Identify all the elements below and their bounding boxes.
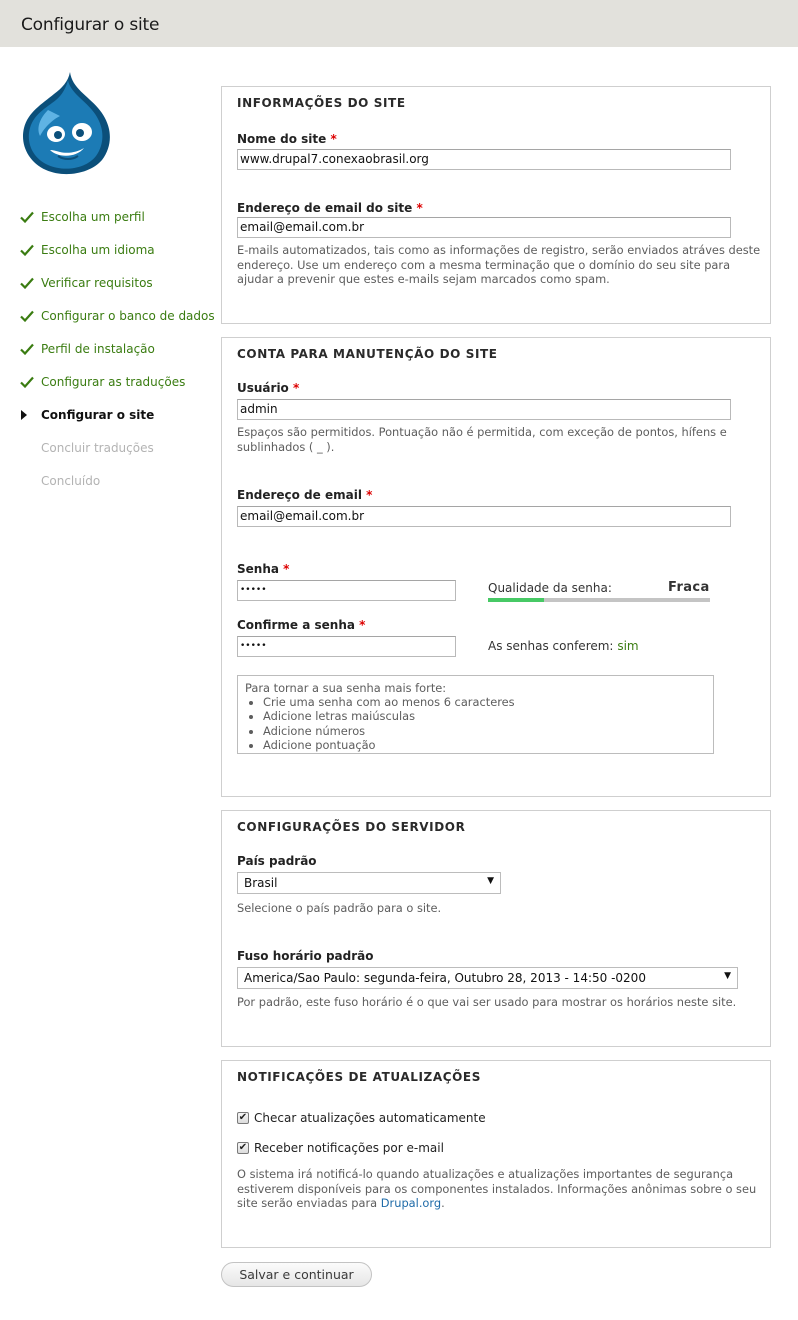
password-tips-list: Crie uma senha com ao menos 6 caracteres…	[263, 695, 706, 752]
confirm-password-input[interactable]: •••••	[237, 636, 456, 657]
drupal-drop-icon	[18, 70, 114, 178]
required-mark: *	[293, 381, 300, 395]
install-step-label: Perfil de instalação	[41, 342, 155, 356]
site-name-label: Nome do site *	[237, 132, 337, 146]
dropdown-arrow-icon: ▼	[724, 971, 731, 981]
email-notify-checkbox[interactable]: ✔ Receber notificações por e-mail	[237, 1141, 444, 1155]
site-name-input[interactable]: www.drupal7.conexaobrasil.org	[237, 149, 731, 170]
password-strength-bar	[488, 598, 710, 602]
timezone-select[interactable]: America/Sao Paulo: segunda-feira, Outubr…	[237, 967, 738, 989]
save-continue-button[interactable]: Salvar e continuar	[221, 1262, 372, 1287]
timezone-selected-value: America/Sao Paulo: segunda-feira, Outubr…	[244, 971, 646, 985]
password-label: Senha *	[237, 562, 290, 576]
account-email-label: Endereço de email *	[237, 488, 373, 502]
username-description: Espaços são permitidos. Pontuação não é …	[237, 425, 727, 454]
install-step: Escolha um idioma	[20, 240, 155, 260]
username-input[interactable]: admin	[237, 399, 731, 420]
install-step-label: Configurar o banco de dados	[41, 309, 215, 323]
password-tip-item: Adicione pontuação	[263, 738, 706, 752]
checkmark-icon	[20, 310, 41, 322]
checkmark-icon	[20, 244, 41, 256]
confirm-password-label: Confirme a senha *	[237, 618, 366, 632]
required-mark: *	[330, 132, 337, 146]
page-header: Configurar o site	[0, 0, 798, 47]
install-step: Escolha um perfil	[20, 207, 145, 227]
country-description: Selecione o país padrão para o site.	[237, 901, 442, 915]
site-email-input[interactable]: email@email.com.br	[237, 217, 731, 238]
password-match-status: As senhas conferem: sim	[488, 639, 639, 653]
password-strength-fill	[488, 598, 544, 602]
checkbox-check-icon: ✔	[237, 1112, 249, 1124]
site-email-label: Endereço de email do site *	[237, 201, 423, 215]
install-step-label: Escolha um idioma	[41, 243, 155, 257]
username-label: Usuário *	[237, 381, 300, 395]
checkmark-icon	[20, 277, 41, 289]
password-tips-title: Para tornar a sua senha mais forte:	[245, 681, 447, 695]
install-step: Concluir traduções	[20, 438, 154, 458]
install-step-label: Configurar as traduções	[41, 375, 186, 389]
checkmark-icon	[20, 211, 41, 223]
password-tip-item: Adicione números	[263, 724, 706, 738]
required-mark: *	[416, 201, 423, 215]
install-step: Configurar o banco de dados	[20, 306, 215, 326]
site-info-legend: INFORMAÇÕES DO SITE	[237, 96, 406, 110]
site-info-fieldset: INFORMAÇÕES DO SITE Nome do site * www.d…	[221, 86, 771, 324]
dropdown-arrow-icon: ▼	[487, 876, 494, 886]
updates-legend: NOTIFICAÇÕES DE ATUALIZAÇÕES	[237, 1070, 481, 1084]
install-step-label: Verificar requisitos	[41, 276, 153, 290]
account-email-input[interactable]: email@email.com.br	[237, 506, 731, 527]
server-fieldset: CONFIGURAÇÕES DO SERVIDOR País padrão Br…	[221, 810, 771, 1047]
install-step-label: Configurar o site	[41, 408, 155, 422]
password-strength-text: Fraca	[668, 580, 710, 595]
country-label: País padrão	[237, 854, 317, 868]
account-fieldset: CONTA PARA MANUTENÇÃO DO SITE Usuário * …	[221, 337, 771, 797]
updates-fieldset: NOTIFICAÇÕES DE ATUALIZAÇÕES ✔ Checar atu…	[221, 1060, 771, 1248]
country-selected-value: Brasil	[244, 876, 278, 890]
check-updates-label: Checar atualizações automaticamente	[254, 1111, 486, 1125]
site-email-description: E-mails automatizados, tais como as info…	[237, 243, 761, 286]
required-mark: *	[283, 562, 290, 576]
password-tips: Para tornar a sua senha mais forte: Crie…	[237, 675, 714, 754]
country-select[interactable]: Brasil ▼	[237, 872, 501, 894]
drupal-org-link[interactable]: Drupal.org	[381, 1196, 441, 1210]
password-tip-item: Crie uma senha com ao menos 6 caracteres	[263, 695, 706, 709]
checkmark-icon	[20, 343, 41, 355]
install-step: Concluído	[20, 471, 100, 491]
email-notify-label: Receber notificações por e-mail	[254, 1141, 444, 1155]
password-strength-title: Qualidade da senha:	[488, 581, 612, 595]
check-updates-checkbox[interactable]: ✔ Checar atualizações automaticamente	[237, 1111, 486, 1125]
account-legend: CONTA PARA MANUTENÇÃO DO SITE	[237, 347, 498, 361]
page-title: Configurar o site	[21, 15, 160, 35]
password-tip-item: Adicione letras maiúsculas	[263, 709, 706, 723]
install-step: Verificar requisitos	[20, 273, 153, 293]
checkmark-icon	[20, 376, 41, 388]
install-step: Configurar as traduções	[20, 372, 185, 392]
timezone-description: Por padrão, este fuso horário é o que va…	[237, 995, 737, 1009]
password-input[interactable]: •••••	[237, 580, 456, 601]
install-step: Perfil de instalação	[20, 339, 155, 359]
current-step-arrow-icon	[20, 410, 41, 420]
install-step-label: Escolha um perfil	[41, 210, 145, 224]
install-step: Configurar o site	[20, 405, 154, 425]
required-mark: *	[359, 618, 366, 632]
password-match-value: sim	[617, 639, 639, 653]
server-legend: CONFIGURAÇÕES DO SERVIDOR	[237, 820, 466, 834]
checkbox-check-icon: ✔	[237, 1142, 249, 1154]
updates-description: O sistema irá notificá-lo quando atualiz…	[237, 1167, 757, 1210]
timezone-label: Fuso horário padrão	[237, 949, 374, 963]
install-step-label: Concluído	[41, 474, 101, 488]
required-mark: *	[366, 488, 373, 502]
install-step-label: Concluir traduções	[41, 441, 154, 455]
